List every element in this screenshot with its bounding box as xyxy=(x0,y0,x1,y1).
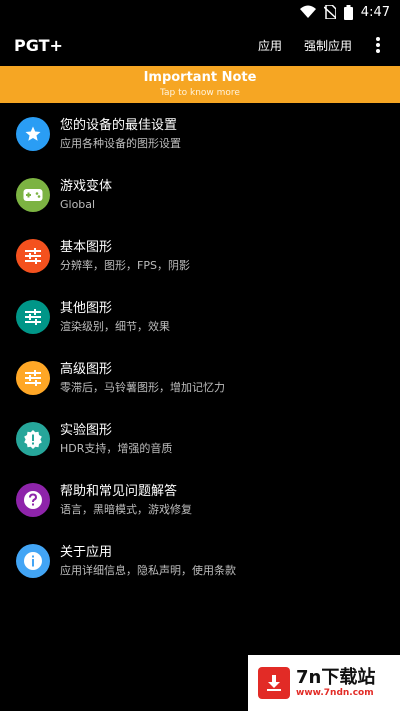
site-watermark: 7n下载站 www.7ndn.com xyxy=(248,655,400,711)
app-bar: PGT+ 应用 强制应用 xyxy=(0,24,400,66)
watermark-url: www.7ndn.com xyxy=(296,688,374,698)
menu-item-title: 帮助和常见问题解答 xyxy=(60,483,178,499)
menu-item-experimental-graphics[interactable]: 实验图形 HDR支持，增强的音质 xyxy=(0,408,400,469)
menu-item-subtitle: 语言，黑暗模式，游戏修复 xyxy=(60,502,192,516)
important-note-banner[interactable]: Important Note Tap to know more xyxy=(0,66,400,103)
star-icon xyxy=(16,116,50,151)
force-apply-button[interactable]: 强制应用 xyxy=(304,37,352,54)
menu-item-title: 您的设备的最佳设置 xyxy=(60,117,178,133)
menu-item-title: 游戏变体 xyxy=(60,178,113,194)
no-sim-icon xyxy=(323,5,336,19)
menu-item-title: 基本图形 xyxy=(60,239,113,255)
settings-menu-list: 您的设备的最佳设置 应用各种设备的图形设置 游戏变体 Global 基本图形 分… xyxy=(0,103,400,591)
download-arrow-icon xyxy=(258,667,290,699)
menu-item-subtitle: Global xyxy=(60,197,96,211)
banner-title: Important Note xyxy=(143,70,257,85)
menu-item-game-variant[interactable]: 游戏变体 Global xyxy=(0,164,400,225)
alert-badge-icon xyxy=(16,421,50,456)
menu-item-title: 关于应用 xyxy=(60,544,113,560)
info-icon xyxy=(16,543,50,578)
watermark-name: 7n下载站 xyxy=(296,667,376,688)
help-icon xyxy=(16,482,50,517)
sliders-icon xyxy=(16,238,50,273)
sliders-icon xyxy=(16,360,50,395)
sliders-icon xyxy=(16,299,50,334)
menu-item-about-app[interactable]: 关于应用 应用详细信息，隐私声明，使用条款 xyxy=(0,530,400,591)
battery-icon xyxy=(343,4,353,20)
menu-item-subtitle: 渲染级别，细节，效果 xyxy=(60,319,170,333)
menu-item-help-faq[interactable]: 帮助和常见问题解答 语言，黑暗模式，游戏修复 xyxy=(0,469,400,530)
apply-button[interactable]: 应用 xyxy=(258,37,282,54)
menu-item-basic-graphics[interactable]: 基本图形 分辨率，图形，FPS，阴影 xyxy=(0,225,400,286)
menu-item-subtitle: HDR支持，增强的音质 xyxy=(60,441,173,455)
gamepad-icon xyxy=(16,177,50,212)
overflow-menu-icon[interactable] xyxy=(370,35,386,55)
status-bar: 4:47 xyxy=(0,0,400,24)
menu-item-other-graphics[interactable]: 其他图形 渲染级别，细节，效果 xyxy=(0,286,400,347)
menu-item-title: 高级图形 xyxy=(60,361,113,377)
menu-item-title: 实验图形 xyxy=(60,422,113,438)
menu-item-subtitle: 分辨率，图形，FPS，阴影 xyxy=(60,258,190,272)
menu-item-subtitle: 应用各种设备的图形设置 xyxy=(60,136,181,150)
wifi-icon xyxy=(299,5,316,18)
menu-item-advanced-graphics[interactable]: 高级图形 零滞后，马铃薯图形，增加记忆力 xyxy=(0,347,400,408)
clock: 4:47 xyxy=(360,4,390,20)
banner-subtitle: Tap to know more xyxy=(160,88,240,98)
menu-item-title: 其他图形 xyxy=(60,300,113,316)
menu-item-subtitle: 零滞后，马铃薯图形，增加记忆力 xyxy=(60,380,225,394)
app-title: PGT+ xyxy=(14,35,63,55)
menu-item-best-settings[interactable]: 您的设备的最佳设置 应用各种设备的图形设置 xyxy=(0,103,400,164)
menu-item-subtitle: 应用详细信息，隐私声明，使用条款 xyxy=(60,563,236,577)
